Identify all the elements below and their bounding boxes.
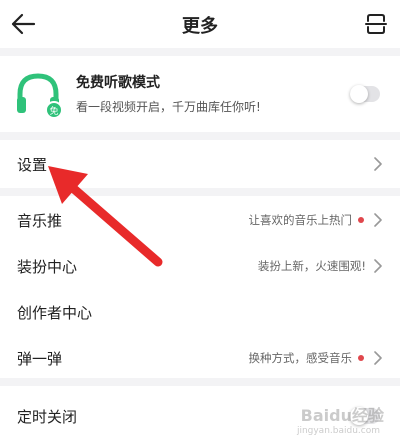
top-bar: 更多 [0, 0, 400, 48]
list-item-tan-yi-tan[interactable]: 弹一弹 换种方式，感受音乐 [0, 336, 400, 380]
list-item-label: 音乐推 [17, 212, 63, 230]
chevron-right-icon [374, 259, 382, 273]
notification-dot [358, 355, 364, 361]
notification-dot [358, 217, 364, 223]
mode-description: 看一段视频开启，千万曲库任你听! [76, 100, 261, 114]
headphones-icon: 免 [17, 73, 63, 119]
list-item-label: 创作者中心 [17, 304, 93, 322]
list-item-music-push[interactable]: 音乐推 让喜欢的音乐上热门 [0, 198, 400, 242]
timer-label: 定时关闭 [17, 408, 78, 426]
free-listening-mode-card: 免 免费听歌模式 看一段视频开启，千万曲库任你听! [0, 56, 400, 132]
list-item-subtitle: 让喜欢的音乐上热门 [248, 213, 353, 227]
settings-label: 设置 [17, 156, 48, 174]
free-badge-glyph: 免 [49, 105, 58, 117]
features-list: 音乐推 让喜欢的音乐上热门 装扮中心 装扮上新，火速围观! 创作者中心 弹一弹 … [0, 196, 400, 378]
list-item-dressup-center[interactable]: 装扮中心 装扮上新，火速围观! [0, 244, 400, 288]
settings-row[interactable]: 设置 [0, 142, 400, 186]
chevron-right-icon [374, 351, 382, 365]
toggle-knob [350, 85, 368, 103]
list-item-subtitle: 换种方式，感受音乐 [248, 351, 353, 365]
scan-icon[interactable] [364, 12, 388, 36]
page-title: 更多 [182, 16, 218, 37]
mode-title: 免费听歌模式 [76, 75, 160, 91]
list-item-creator-center[interactable]: 创作者中心 [0, 290, 400, 334]
baidu-watermark: Baidu经验 [300, 406, 384, 425]
baidu-watermark-url: jingyan.baidu.com [296, 426, 380, 436]
chevron-right-icon [374, 213, 382, 227]
free-mode-toggle[interactable] [350, 85, 380, 103]
settings-card: 设置 [0, 140, 400, 188]
chevron-right-icon [374, 157, 382, 171]
list-item-label: 弹一弹 [17, 350, 63, 368]
list-item-label: 装扮中心 [17, 258, 78, 276]
list-item-subtitle: 装扮上新，火速围观! [257, 259, 366, 273]
